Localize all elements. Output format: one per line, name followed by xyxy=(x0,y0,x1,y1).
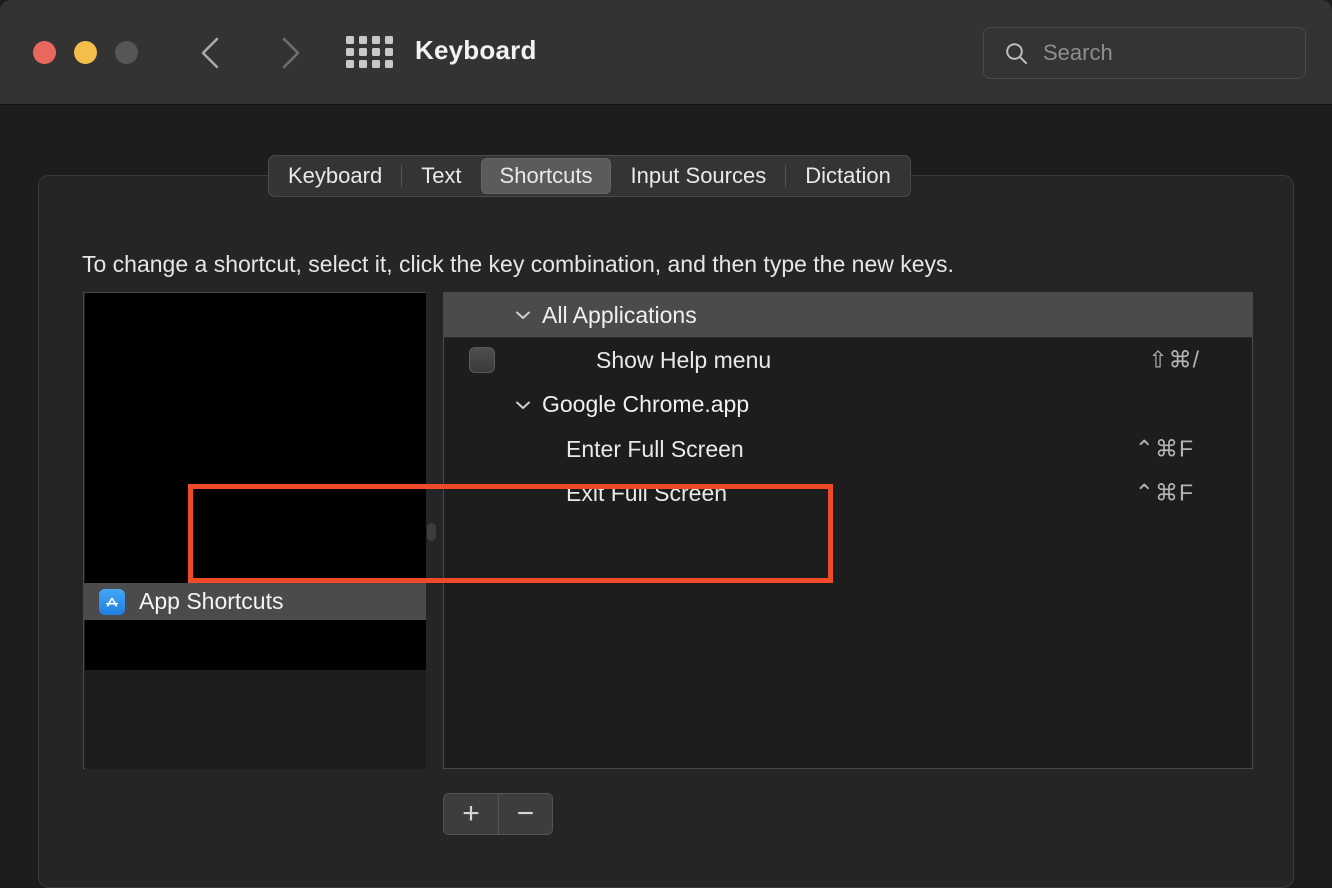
forward-button[interactable] xyxy=(268,32,310,74)
tab-label: Input Sources xyxy=(630,163,767,188)
shortcut-list[interactable]: All Applications Show Help menu ⇧⌘/ Goog… xyxy=(443,292,1253,769)
keyboard-preferences-window: Keyboard Keyboard Text Shortcuts Input S… xyxy=(0,0,1332,888)
chevron-down-icon[interactable] xyxy=(510,399,536,411)
window-titlebar: Keyboard xyxy=(0,0,1332,105)
preference-tab-bar: Keyboard Text Shortcuts Input Sources Di… xyxy=(268,155,911,197)
grid-dot xyxy=(372,60,380,68)
grid-dot xyxy=(385,60,393,68)
shortcut-enable-checkbox[interactable] xyxy=(469,347,495,373)
tab-label: Keyboard xyxy=(288,163,383,188)
pane-splitter-handle[interactable] xyxy=(427,523,436,541)
shortcut-category-list[interactable]: App Shortcuts xyxy=(83,292,426,769)
minus-icon: − xyxy=(516,797,535,830)
tab-label: Text xyxy=(421,163,462,188)
show-all-grid-icon[interactable] xyxy=(346,36,393,68)
tab-label: Shortcuts xyxy=(499,163,593,188)
grid-dot xyxy=(346,60,354,68)
grid-dot xyxy=(346,48,354,56)
category-list-obscured-top xyxy=(85,293,426,582)
sidebar-item-app-shortcuts[interactable]: App Shortcuts xyxy=(84,582,426,620)
add-shortcut-button[interactable]: + xyxy=(444,794,498,834)
grid-dot xyxy=(346,36,354,44)
back-button[interactable] xyxy=(190,32,232,74)
shortcut-row-exit-full-screen[interactable]: Exit Full Screen ⌃⌘F xyxy=(444,471,1252,515)
shortcut-group-header-all-applications[interactable]: All Applications xyxy=(444,293,1252,338)
add-remove-shortcut-buttons: + − xyxy=(443,793,553,835)
tab-dictation[interactable]: Dictation xyxy=(786,157,910,195)
instructions-text: To change a shortcut, select it, click t… xyxy=(82,251,954,277)
shortcut-group-header-google-chrome[interactable]: Google Chrome.app xyxy=(444,382,1252,427)
shortcut-key-combination[interactable]: ⌃⌘F xyxy=(1135,480,1194,507)
remove-shortcut-button[interactable]: − xyxy=(498,794,552,834)
tab-keyboard[interactable]: Keyboard xyxy=(269,157,401,195)
app-store-icon xyxy=(99,588,125,615)
close-window-button[interactable] xyxy=(33,41,56,64)
shortcut-name: Exit Full Screen xyxy=(566,479,728,506)
shortcut-name: Show Help menu xyxy=(596,346,772,373)
tab-label: Dictation xyxy=(805,163,891,188)
search-icon xyxy=(1006,42,1027,64)
zoom-window-button[interactable] xyxy=(115,41,138,64)
grid-dot xyxy=(359,36,367,44)
grid-dot xyxy=(359,48,367,56)
grid-dot xyxy=(359,60,367,68)
shortcut-name: Enter Full Screen xyxy=(566,435,744,462)
minimize-window-button[interactable] xyxy=(74,41,97,64)
shortcuts-pane: To change a shortcut, select it, click t… xyxy=(38,175,1294,888)
shortcut-group-label: All Applications xyxy=(542,301,697,328)
sidebar-item-label: App Shortcuts xyxy=(139,588,284,614)
chevron-down-icon[interactable] xyxy=(510,309,536,321)
grid-dot xyxy=(372,48,380,56)
grid-dot xyxy=(385,36,393,44)
navigation-arrows xyxy=(190,32,310,74)
tab-shortcuts[interactable]: Shortcuts xyxy=(480,158,612,194)
search-field[interactable] xyxy=(983,27,1331,79)
search-input[interactable] xyxy=(1043,40,1331,66)
category-list-empty-area xyxy=(85,670,426,769)
shortcut-row-enter-full-screen[interactable]: Enter Full Screen ⌃⌘F xyxy=(444,427,1252,471)
tab-text[interactable]: Text xyxy=(402,157,480,195)
category-list-obscured-bottom xyxy=(85,620,426,670)
tab-input-sources[interactable]: Input Sources xyxy=(611,157,785,195)
shortcut-group-label: Google Chrome.app xyxy=(542,391,750,417)
traffic-light-group xyxy=(33,41,138,64)
shortcut-row-show-help-menu[interactable]: Show Help menu ⇧⌘/ xyxy=(444,338,1252,382)
grid-dot xyxy=(385,48,393,56)
shortcut-key-combination[interactable]: ⌃⌘F xyxy=(1135,436,1194,463)
grid-dot xyxy=(372,36,380,44)
shortcut-key-combination[interactable]: ⇧⌘/ xyxy=(1148,347,1200,374)
window-title: Keyboard xyxy=(415,35,537,65)
plus-icon: + xyxy=(462,797,480,830)
